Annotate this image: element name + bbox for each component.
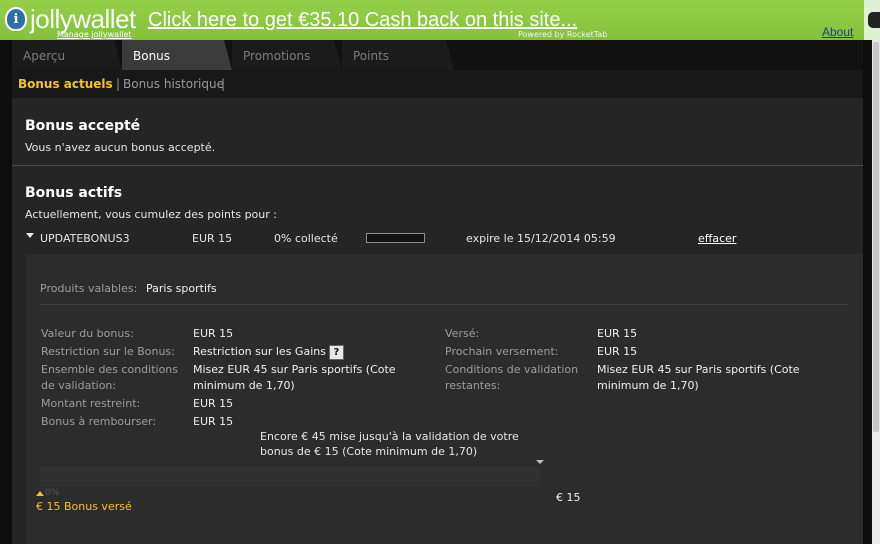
powered-by-text: Powered by RocketTab (518, 30, 608, 39)
restriction-text: Restriction sur les Gains (193, 345, 326, 358)
next-payment-label: Prochain versement: (445, 345, 559, 358)
restriction-value: Restriction sur les Gains? (193, 344, 344, 360)
restricted-amount-value: EUR 15 (193, 397, 234, 410)
bonus-detail-box (26, 254, 863, 544)
accepted-bonus-heading: Bonus accepté (25, 118, 141, 134)
wallet-icon: i (5, 7, 27, 31)
progress-start-percent: 0% (45, 488, 60, 498)
collected-progress-bar (366, 233, 425, 243)
bonus-expiry: expire le 15/12/2014 05:59 (466, 232, 616, 245)
bonus-amount: EUR 15 (192, 232, 233, 245)
delete-bonus-link[interactable]: effacer (698, 232, 736, 245)
target-marker-icon (536, 460, 544, 464)
active-bonus-heading: Bonus actifs (25, 185, 123, 201)
bonus-code: UPDATEBONUS3 (40, 232, 130, 245)
tab-bonus[interactable]: Bonus (122, 40, 232, 70)
tab-promotions[interactable]: Promotions (232, 40, 342, 70)
paid-label: Versé: (445, 327, 480, 340)
current-marker-icon (36, 491, 44, 496)
handle-icon (868, 12, 880, 28)
accepted-bonus-message: Vous n'avez aucun bonus accepté. (25, 141, 216, 154)
remaining-conditions-label: Conditions de validation restantes: (445, 363, 579, 392)
scrollbar-thumb[interactable] (873, 42, 879, 432)
subtab-separator: | (221, 77, 226, 91)
tab-points[interactable]: Points (342, 40, 454, 70)
products-label: Produits valables: (40, 282, 138, 295)
ad-banner: i jollywallet Manage jollywallet Click h… (0, 0, 880, 40)
banner-side-handle[interactable] (864, 0, 880, 40)
sub-tab-bar: Bonus actuels | Bonus historique | (12, 70, 863, 98)
cashback-link[interactable]: Click here to get €35.10 Cash back on th… (148, 9, 577, 32)
subtab-bonus-actuels[interactable]: Bonus actuels (18, 77, 113, 91)
bonus-collected: 0% collecté (274, 232, 338, 245)
restricted-amount-label: Montant restreint: (41, 397, 141, 410)
collapse-caret-icon[interactable] (26, 233, 34, 238)
subtab-separator: | (116, 77, 121, 91)
main-tab-bar: Aperçu Bonus Promotions Points (12, 40, 863, 70)
bonus-value: EUR 15 (193, 327, 234, 340)
refund-value: EUR 15 (193, 415, 234, 428)
detail-divider (40, 304, 848, 305)
logo-text: jollywallet (30, 4, 136, 34)
restriction-label: Restriction sur le Bonus: (41, 345, 175, 358)
bonus-paid-label: € 15 Bonus versé (36, 500, 132, 513)
jollywallet-logo[interactable]: i jollywallet (5, 6, 136, 32)
progress-end-amount: € 15 (556, 491, 581, 504)
subtab-bonus-historique[interactable]: Bonus historique (123, 77, 224, 91)
section-divider (12, 165, 863, 166)
about-link[interactable]: About (822, 25, 853, 39)
manage-link[interactable]: Manage jollywallet (57, 30, 132, 39)
active-bonus-intro: Actuellement, vous cumulez des points po… (25, 208, 277, 221)
products-value: Paris sportifs (146, 282, 217, 295)
remaining-conditions-value: Misez EUR 45 sur Paris sportifs (Cote mi… (597, 363, 800, 392)
refund-label: Bonus à rembourser: (41, 415, 157, 428)
conditions-label: Ensemble des conditions de validation: (41, 363, 179, 392)
tab-apercu[interactable]: Aperçu (12, 40, 122, 70)
progress-tooltip: Encore € 45 mise jusqu'à la validation d… (260, 430, 519, 458)
help-icon[interactable]: ? (328, 344, 344, 360)
paid-value: EUR 15 (597, 327, 638, 340)
wagering-progress-bar (40, 465, 540, 486)
conditions-value: Misez EUR 45 sur Paris sportifs (Cote mi… (193, 363, 396, 392)
next-payment-value: EUR 15 (597, 345, 638, 358)
bonus-value-label: Valeur du bonus: (41, 327, 134, 340)
